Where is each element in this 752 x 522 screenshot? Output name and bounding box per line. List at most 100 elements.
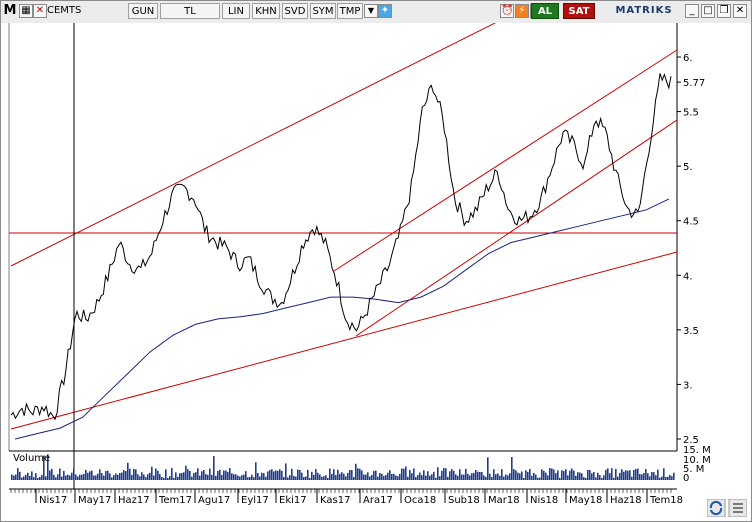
symbol-field[interactable]: CEMTS: [45, 3, 127, 19]
currency-button[interactable]: TL: [160, 3, 220, 19]
volume-bar: [265, 476, 267, 480]
price-tick-label: 5.5: [683, 108, 699, 119]
volume-bar: [555, 473, 557, 480]
volume-bar: [13, 475, 15, 480]
dropdown-icon[interactable]: ▼: [364, 4, 378, 18]
tmp-button[interactable]: TMP: [337, 3, 363, 19]
volume-bar: [25, 474, 27, 480]
volume-bar: [165, 469, 167, 480]
volume-bar: [313, 474, 315, 480]
volume-bar: [185, 465, 187, 480]
volume-bar: [53, 474, 55, 480]
volume-bar: [671, 476, 673, 480]
volume-bar: [17, 468, 19, 480]
volume-bar: [655, 475, 657, 480]
volume-bar: [507, 475, 509, 480]
volume-bar: [87, 472, 89, 480]
volume-bar: [55, 477, 57, 480]
volume-bar: [233, 474, 235, 480]
volume-bar: [475, 469, 477, 480]
maximize-icon[interactable]: □: [701, 4, 715, 18]
volume-bar: [365, 474, 367, 480]
volume-bar: [243, 474, 245, 480]
minimize-icon[interactable]: _: [685, 4, 699, 18]
volume-bar: [551, 468, 553, 480]
volume-bar: [193, 472, 195, 480]
volume-bar: [453, 470, 455, 480]
volume-bar: [353, 477, 355, 480]
refresh-button[interactable]: [706, 498, 748, 518]
volume-bar: [557, 470, 559, 480]
volume-bar: [659, 477, 661, 480]
volume-bar: [81, 474, 83, 480]
volume-bar: [93, 475, 95, 480]
volume-bar: [457, 475, 459, 480]
volume-bar: [239, 476, 241, 480]
volume-bar: [159, 474, 161, 480]
volume-bar: [443, 468, 445, 480]
buy-button[interactable]: AL: [531, 3, 559, 19]
period-button[interactable]: GUN: [128, 3, 158, 19]
restore-icon[interactable]: ❐: [717, 4, 731, 18]
lin-button[interactable]: LIN: [222, 3, 250, 19]
volume-bar: [97, 473, 99, 480]
volume-bar: [341, 472, 343, 480]
khn-button[interactable]: KHN: [252, 3, 280, 19]
alarm-icon[interactable]: ⏰: [500, 4, 514, 18]
svd-button[interactable]: SVD: [282, 3, 308, 19]
volume-bar: [647, 473, 649, 480]
volume-bar: [95, 475, 97, 480]
volume-bar: [637, 468, 639, 480]
volume-bar: [303, 477, 305, 480]
close-icon[interactable]: ✕: [733, 4, 747, 18]
volume-bar: [413, 468, 415, 480]
twitter-icon[interactable]: ✦: [378, 4, 392, 18]
volume-bar: [151, 466, 153, 480]
volume-bar: [291, 468, 293, 480]
volume-bar: [419, 472, 421, 480]
volume-bar: [181, 473, 183, 480]
volume-bar: [491, 476, 493, 480]
volume-bar: [539, 477, 541, 480]
volume-bar: [533, 472, 535, 480]
volume-bar: [123, 470, 125, 480]
volume-bar: [461, 474, 463, 480]
volume-bar: [519, 473, 521, 480]
volume-bar: [629, 470, 631, 480]
volume-bar: [79, 474, 81, 480]
volume-bar: [505, 474, 507, 480]
volume-bar: [639, 473, 641, 480]
volume-bar: [499, 475, 501, 480]
volume-bar: [89, 471, 91, 480]
volume-bar: [319, 474, 321, 480]
price-chart[interactable]: 6.5.775.55.4.54.3.53.2.5 Volume 15. M10.…: [1, 23, 751, 521]
volume-bar: [449, 471, 451, 480]
volume-bar: [381, 473, 383, 480]
volume-bar: [117, 474, 119, 480]
volume-bar: [83, 473, 85, 480]
volume-bar: [225, 470, 227, 480]
volume-bar: [373, 470, 375, 480]
volume-bar: [99, 469, 101, 480]
volume-bar: [463, 474, 465, 480]
volume-bar: [363, 474, 365, 480]
volume-bar: [249, 477, 251, 480]
price-tick-label: 4.5: [683, 217, 699, 228]
volume-bar: [653, 472, 655, 480]
date-tick-label: Oca18: [404, 495, 436, 506]
volume-bar: [607, 468, 609, 480]
sym-button[interactable]: SYM: [310, 3, 336, 19]
volume-bar: [451, 469, 453, 480]
volume-bar: [663, 468, 665, 480]
volume-bar: [85, 469, 87, 480]
volume-bar: [37, 477, 39, 480]
sell-button[interactable]: SAT: [563, 3, 595, 19]
volume-bar: [29, 475, 31, 480]
volume-bar: [287, 477, 289, 480]
grid-icon[interactable]: ▦: [19, 4, 33, 18]
lightning-icon[interactable]: ⚡: [515, 4, 529, 18]
volume-bar: [347, 472, 349, 480]
volume-bar: [417, 475, 419, 480]
volume-bar: [157, 470, 159, 480]
volume-bar: [383, 476, 385, 480]
